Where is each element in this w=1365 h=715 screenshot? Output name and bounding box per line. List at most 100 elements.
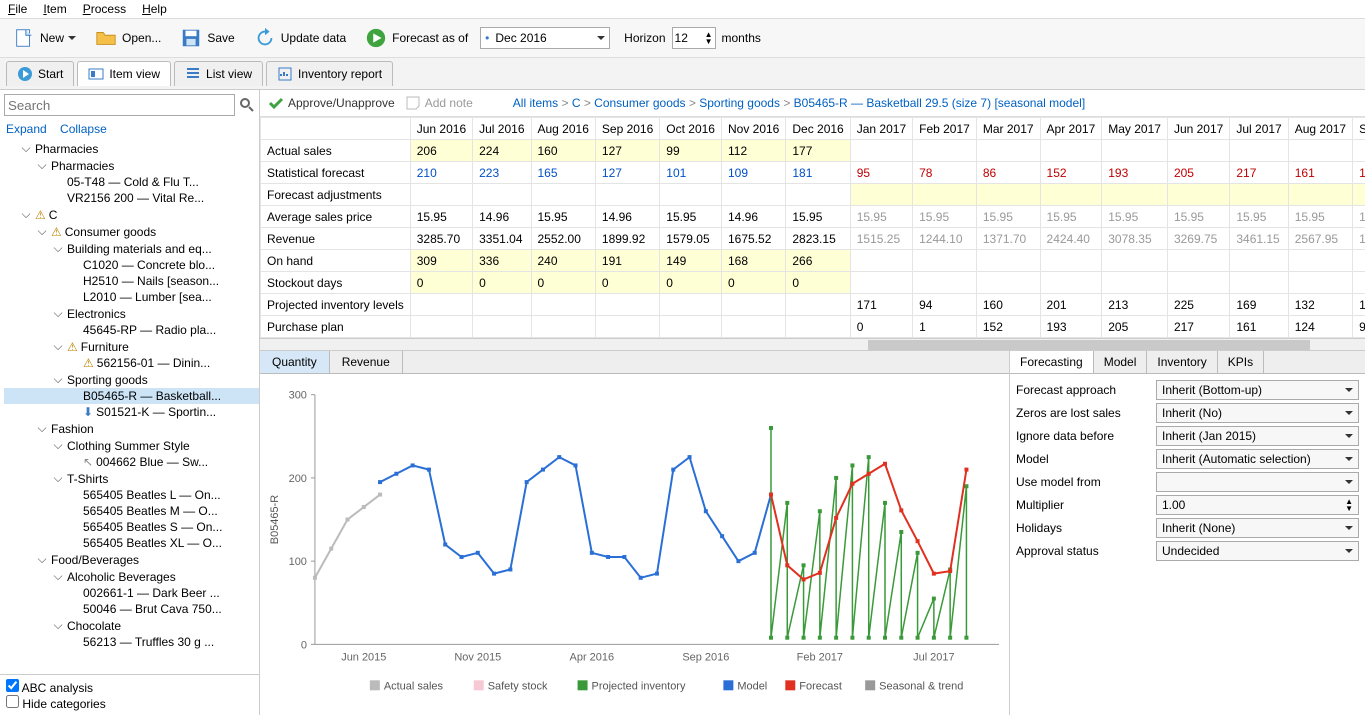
cell[interactable]: 0 — [786, 272, 850, 294]
tree-item[interactable]: ⌵Food/Beverages — [4, 551, 259, 568]
tree-item[interactable]: ⌵Electronics — [4, 305, 259, 322]
cell[interactable] — [721, 184, 785, 206]
cell[interactable]: 15.95 — [1288, 206, 1352, 228]
menu-help[interactable]: Help — [142, 2, 167, 16]
cell[interactable] — [410, 184, 472, 206]
cell[interactable]: 3078.35 — [1102, 228, 1168, 250]
update-data-button[interactable]: Update data — [247, 23, 352, 53]
cell[interactable]: 1899.92 — [595, 228, 659, 250]
cell[interactable]: 181 — [786, 162, 850, 184]
prop-combo[interactable]: Inherit (None) — [1156, 518, 1359, 538]
tab-inventory-report[interactable]: Inventory report — [266, 61, 393, 86]
cell[interactable]: 1515.25 — [850, 228, 912, 250]
prop-combo[interactable]: 1.00▲▼ — [1156, 495, 1359, 515]
cell[interactable] — [850, 140, 912, 162]
cell[interactable] — [660, 184, 722, 206]
chart-tab-quantity[interactable]: Quantity — [260, 351, 330, 373]
tree-item[interactable]: 002661-1 — Dark Beer ... — [4, 585, 259, 601]
cell[interactable] — [531, 294, 595, 316]
cell[interactable] — [531, 184, 595, 206]
cell[interactable] — [1353, 272, 1365, 294]
asof-combo[interactable]: • Dec 2016 — [480, 27, 610, 49]
cell[interactable]: 94 — [913, 294, 977, 316]
approve-button[interactable]: Approve/Unapprove — [268, 95, 395, 111]
cell[interactable]: 2552.00 — [531, 228, 595, 250]
cell[interactable] — [1040, 140, 1102, 162]
tree-item[interactable]: 565405 Beatles XL — O... — [4, 535, 259, 551]
cell[interactable]: 15.95 — [1230, 206, 1288, 228]
prop-tab-model[interactable]: Model — [1094, 351, 1148, 373]
cell[interactable]: 0 — [660, 272, 722, 294]
tree-item[interactable]: H2510 — Nails [season... — [4, 273, 259, 289]
tree-item[interactable]: ⌵Pharmacies — [4, 157, 259, 174]
cell[interactable]: 2424.40 — [1040, 228, 1102, 250]
cell[interactable]: 309 — [410, 250, 472, 272]
cell[interactable] — [1102, 272, 1168, 294]
breadcrumb-item[interactable]: Consumer goods — [594, 96, 685, 110]
cell[interactable]: 1579.05 — [660, 228, 722, 250]
cell[interactable] — [786, 294, 850, 316]
cell[interactable]: 107 — [1353, 294, 1365, 316]
col-header[interactable]: Jun 2017 — [1167, 118, 1229, 140]
cell[interactable] — [473, 316, 531, 338]
cell[interactable] — [1353, 140, 1365, 162]
tree-item[interactable]: ⌵T-Shirts — [4, 470, 259, 487]
cell[interactable] — [850, 250, 912, 272]
add-note-button[interactable]: Add note — [405, 95, 473, 111]
cell[interactable]: 0 — [410, 272, 472, 294]
cell[interactable]: 112 — [721, 140, 785, 162]
cell[interactable]: 109 — [721, 162, 785, 184]
tree-item[interactable]: ⌵Pharmacies — [4, 140, 259, 157]
cell[interactable] — [1167, 272, 1229, 294]
cell[interactable] — [473, 294, 531, 316]
prop-combo[interactable] — [1156, 472, 1359, 492]
cell[interactable]: 0 — [721, 272, 785, 294]
cell[interactable]: 1371.70 — [976, 228, 1040, 250]
cell[interactable] — [850, 184, 912, 206]
breadcrumb-item[interactable]: B05465-R — Basketball 29.5 (size 7) [sea… — [794, 96, 1086, 110]
prop-tab-inventory[interactable]: Inventory — [1147, 351, 1217, 373]
cell[interactable]: 0 — [531, 272, 595, 294]
cell[interactable] — [1353, 250, 1365, 272]
cell[interactable]: 160 — [976, 294, 1040, 316]
cell[interactable] — [1102, 184, 1168, 206]
cell[interactable]: 95 — [850, 162, 912, 184]
cell[interactable] — [595, 294, 659, 316]
tree-item[interactable]: ⬇S01521-K — Sportin... — [4, 404, 259, 420]
tree[interactable]: ⌵Pharmacies⌵Pharmacies05-T48 — Cold & Fl… — [0, 138, 259, 674]
cell[interactable] — [786, 184, 850, 206]
tree-item[interactable]: VR2156 200 — Vital Re... — [4, 190, 259, 206]
forecast-button[interactable]: Forecast as of — [358, 23, 474, 53]
cell[interactable]: 210 — [410, 162, 472, 184]
cell[interactable]: 0 — [850, 316, 912, 338]
cell[interactable]: 152 — [976, 316, 1040, 338]
tab-start[interactable]: Start — [6, 61, 74, 86]
cell[interactable] — [1230, 140, 1288, 162]
cell[interactable] — [595, 184, 659, 206]
cell[interactable]: 99 — [660, 140, 722, 162]
tree-item[interactable]: 50046 — Brut Cava 750... — [4, 601, 259, 617]
cell[interactable]: 0 — [473, 272, 531, 294]
cell[interactable] — [1230, 184, 1288, 206]
col-header[interactable]: Apr 2017 — [1040, 118, 1102, 140]
cell[interactable]: 3285.70 — [410, 228, 472, 250]
col-header[interactable]: Sep 2016 — [595, 118, 659, 140]
col-header[interactable]: Jul 2016 — [473, 118, 531, 140]
cell[interactable]: 127 — [595, 140, 659, 162]
cell[interactable]: 15.95 — [1102, 206, 1168, 228]
cell[interactable]: 132 — [1288, 294, 1352, 316]
prop-combo[interactable]: Inherit (Bottom-up) — [1156, 380, 1359, 400]
tree-item[interactable]: ⌵⚠C — [4, 206, 259, 223]
cell[interactable] — [1102, 140, 1168, 162]
cell[interactable]: 3461.15 — [1230, 228, 1288, 250]
cell[interactable] — [595, 316, 659, 338]
prop-tab-kpis[interactable]: KPIs — [1218, 351, 1264, 373]
cell[interactable]: 160 — [531, 140, 595, 162]
cell[interactable]: 86 — [976, 162, 1040, 184]
cell[interactable] — [1167, 140, 1229, 162]
cell[interactable]: 336 — [473, 250, 531, 272]
col-header[interactable]: Feb 2017 — [913, 118, 977, 140]
tree-item[interactable]: B05465-R — Basketball... — [4, 388, 259, 404]
cell[interactable]: 161 — [1230, 316, 1288, 338]
tree-item[interactable]: ↖004662 Blue — Sw... — [4, 454, 259, 470]
